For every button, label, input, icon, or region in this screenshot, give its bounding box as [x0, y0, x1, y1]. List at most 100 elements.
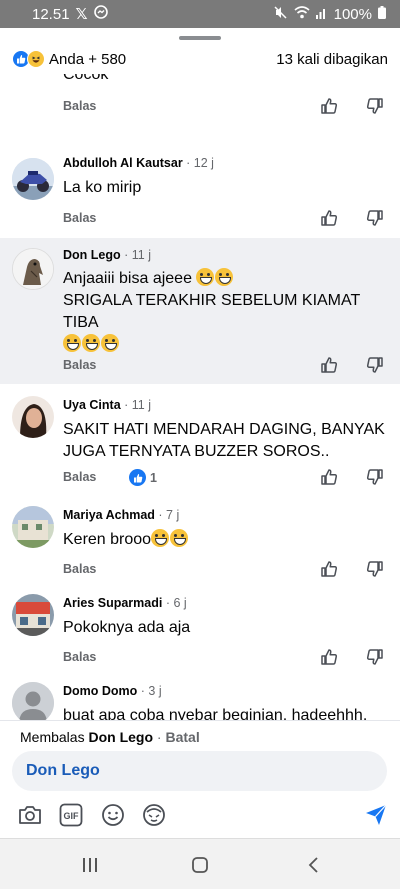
thumbs-down-icon[interactable] [364, 354, 386, 376]
author-name: Abdulloh Al Kautsar [63, 156, 183, 170]
system-nav-bar [0, 838, 400, 889]
send-icon[interactable] [362, 801, 390, 829]
reply-button[interactable]: Balas [63, 99, 96, 113]
replying-to-label: Membalas Don Lego · Batal [20, 729, 200, 745]
comment-item: Aries Suparmadi · 6 j Pokoknya ada aja B… [0, 590, 400, 678]
avatar[interactable] [12, 396, 54, 438]
avatar-sticker-icon[interactable] [140, 801, 168, 829]
comment-text-line: Anjaaiii bisa ajeee [63, 270, 192, 287]
author-name: Mariya Achmad [63, 508, 155, 522]
battery-level: 100% [333, 5, 372, 23]
haha-reaction-icon [27, 50, 45, 68]
reply-composer: Membalas Don Lego · Batal Don Lego GIF [0, 720, 400, 838]
comment-text-line: Keren brooo [63, 531, 152, 548]
grinning-emoji-icon [151, 529, 170, 547]
comment-text: Keren brooo [63, 529, 385, 551]
sheet-drag-handle[interactable] [179, 36, 221, 40]
messenger-icon [93, 5, 108, 23]
recent-apps-icon[interactable] [78, 855, 102, 875]
reply-button[interactable]: Balas [63, 562, 96, 576]
reaction-count: Anda + 580 [49, 50, 127, 68]
reply-button[interactable]: Balas [63, 470, 96, 484]
comment-input[interactable]: Don Lego [12, 751, 387, 791]
comment-author[interactable]: Domo Domo · 3 j [63, 684, 162, 698]
comment-item: Abdulloh Al Kautsar · 12 j La ko mirip B… [0, 150, 400, 238]
clock: 12.51 [32, 5, 70, 23]
thumbs-down-icon[interactable] [364, 95, 386, 117]
status-bar: 12.51 𝕏 100% [0, 0, 400, 28]
avatar[interactable] [12, 506, 54, 548]
comment-text: Cocok [63, 74, 109, 83]
comments-sheet: Anda + 580 13 kali dibagikan Cocok Balas [0, 28, 400, 838]
comment-text: Anjaaiii bisa ajeee SRIGALA TERAKHIR SEB… [63, 268, 385, 356]
grinning-emoji-icon [63, 334, 81, 352]
comment-author[interactable]: Abdulloh Al Kautsar · 12 j [63, 156, 214, 170]
reply-button[interactable]: Balas [63, 211, 96, 225]
comment-like-count[interactable]: 1 [129, 469, 157, 486]
avatar[interactable] [12, 248, 54, 290]
reply-button[interactable]: Balas [63, 358, 96, 372]
thumbs-up-icon[interactable] [318, 207, 340, 229]
comment-item: Cocok Balas [0, 74, 400, 142]
like-reaction-icon [129, 469, 146, 486]
thumbs-down-icon[interactable] [364, 207, 386, 229]
author-name: Domo Domo [63, 684, 138, 698]
comment-author[interactable]: Uya Cinta · 11 j [63, 398, 151, 412]
comment-time: · 12 j [182, 156, 214, 170]
avatar[interactable] [12, 158, 54, 200]
comment-text: SAKIT HATI MENDARAH DAGING, BANYAK JUGA … [63, 421, 385, 460]
screen: 12.51 𝕏 100% Anda + 580 13 kali dibagika… [0, 0, 400, 889]
thumbs-up-icon[interactable] [318, 466, 340, 488]
composer-toolbar: GIF [0, 801, 400, 831]
avatar[interactable] [12, 594, 54, 636]
mute-icon [273, 5, 288, 24]
comment-time: · 11 j [120, 248, 151, 262]
svg-text:GIF: GIF [64, 811, 80, 821]
thumbs-down-icon[interactable] [364, 466, 386, 488]
author-name: Uya Cinta [63, 398, 121, 412]
camera-icon[interactable] [16, 801, 44, 829]
thumbs-up-icon[interactable] [318, 95, 340, 117]
comment-time: · 6 j [162, 596, 187, 610]
x-app-icon: 𝕏 [75, 6, 88, 23]
thumbs-up-icon[interactable] [318, 558, 340, 580]
replying-separator: · [153, 729, 166, 745]
comment-text: buat apa coba nyebar beginian, hadeehhh.… [63, 707, 368, 720]
thumbs-down-icon[interactable] [364, 646, 386, 668]
avatar[interactable] [12, 682, 54, 720]
yawning-emoji-icon [215, 268, 234, 286]
thumbs-up-icon[interactable] [318, 354, 340, 376]
home-icon[interactable] [188, 855, 212, 875]
emoji-icon[interactable] [99, 801, 127, 829]
thumbs-up-icon[interactable] [318, 646, 340, 668]
comment-item: Domo Domo · 3 j buat apa coba nyebar beg… [0, 678, 400, 720]
comment-time: · 7 j [154, 508, 180, 522]
comment-list[interactable]: Cocok Balas Abdulloh Al Kautsar · 12 j L… [0, 74, 400, 720]
comment-author[interactable]: Aries Suparmadi · 6 j [63, 596, 187, 610]
comment-text: La ko mirip [63, 179, 142, 196]
comment-text-line: TIBA [63, 314, 99, 331]
comment-author[interactable]: Mariya Achmad · 7 j [63, 508, 179, 522]
comment-text-line: SRIGALA TERAKHIR SEBELUM KIAMAT [63, 292, 361, 309]
gif-icon[interactable]: GIF [57, 801, 85, 829]
replying-target: Don Lego [88, 729, 154, 745]
cancel-reply-button[interactable]: Batal [165, 729, 199, 745]
thumbs-down-icon[interactable] [364, 558, 386, 580]
battery-icon [378, 5, 386, 23]
wifi-icon [294, 5, 310, 23]
share-count[interactable]: 13 kali dibagikan [276, 51, 388, 68]
signal-icon [315, 6, 328, 23]
back-icon[interactable] [302, 855, 326, 875]
grinning-emoji-icon [82, 334, 100, 352]
comment-item-highlighted: Don Lego · 11 j Anjaaiii bisa ajeee SRIG… [0, 238, 400, 384]
comment-author[interactable]: Don Lego · 11 j [63, 248, 151, 262]
mention-tag: Don Lego [26, 762, 100, 779]
yawning-emoji-icon [196, 268, 215, 286]
comment-text: Pokoknya ada aja [63, 619, 191, 636]
like-count: 1 [150, 470, 157, 485]
author-name: Aries Suparmadi [63, 596, 163, 610]
comment-time: · 11 j [120, 398, 151, 412]
comment-time: · 3 j [137, 684, 162, 698]
reply-button[interactable]: Balas [63, 650, 96, 664]
reaction-summary[interactable]: Anda + 580 [12, 50, 126, 68]
